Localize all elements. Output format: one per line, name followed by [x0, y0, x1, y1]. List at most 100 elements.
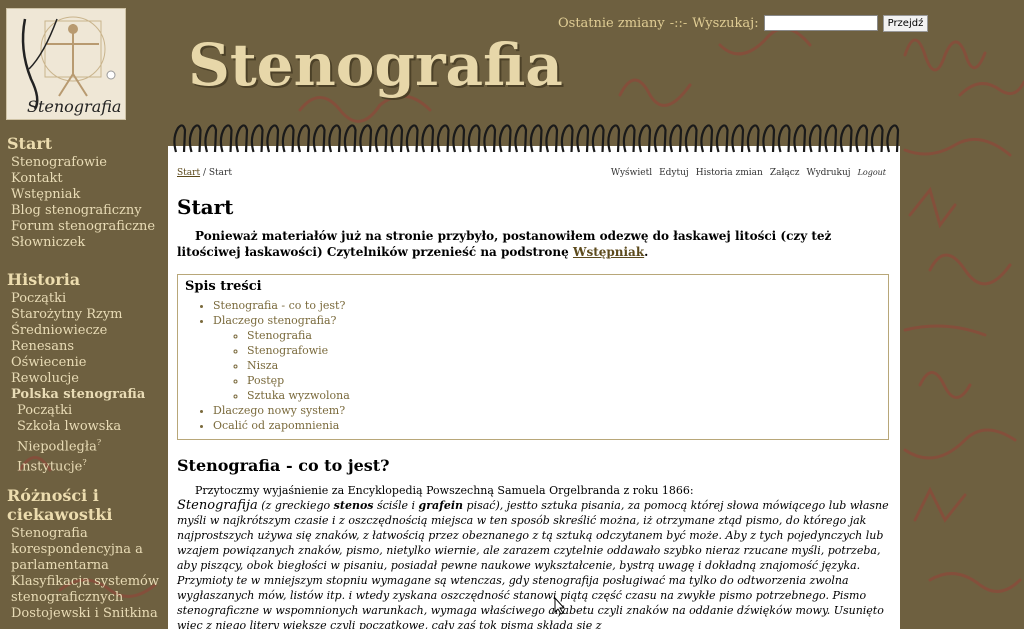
breadcrumb: Start / Start: [177, 168, 232, 178]
sidebar-subitem[interactable]: Instytucje?: [11, 455, 145, 475]
sidebar-section-start: Start Stenografowie Kontakt Wstępniak Bl…: [7, 134, 155, 251]
spiral-coil: [715, 124, 729, 153]
logo-text: Stenografia: [27, 97, 122, 116]
spiral-coil: [281, 124, 295, 153]
sidebar-item[interactable]: Starożytny Rzym: [11, 307, 145, 323]
toc-subitem[interactable]: Sztuka wyzwolona: [247, 388, 888, 403]
sidebar-item[interactable]: Słowniczek: [11, 235, 155, 251]
sidebar-heading-start[interactable]: Start: [7, 134, 155, 153]
spiral-coil: [188, 124, 202, 153]
toc-subitem[interactable]: Nisza: [247, 358, 888, 373]
action-print[interactable]: Wydrukuj: [807, 168, 851, 178]
spiral-coil: [529, 124, 543, 153]
sidebar-item[interactable]: Renesans: [11, 339, 145, 355]
intro-link[interactable]: Wstępniak: [573, 245, 644, 259]
action-edit[interactable]: Edytuj: [659, 168, 689, 178]
spiral-coil: [359, 124, 373, 153]
intro-paragraph: Ponieważ materiałów już na stronie przyb…: [177, 228, 877, 260]
spiral-coil: [297, 124, 311, 153]
mouse-cursor-icon: [554, 597, 566, 615]
table-of-contents: Spis treści Stenografia - co to jest? Dl…: [177, 274, 889, 440]
sidebar-heading-historia[interactable]: Historia: [7, 270, 145, 289]
sidebar-subitem[interactable]: Niepodległa?: [11, 435, 145, 455]
toc-subitem[interactable]: Stenografia: [247, 328, 888, 343]
spiral-coil: [700, 124, 714, 153]
sidebar-item[interactable]: Wstępniak: [11, 187, 155, 203]
spiral-coil: [870, 124, 884, 153]
toc-item-label[interactable]: Dlaczego stenografia?: [213, 314, 336, 327]
missing-page-mark: ?: [96, 438, 102, 447]
breadcrumb-current: Start: [208, 168, 232, 178]
spiral-coil: [498, 124, 512, 153]
spiral-coil: [793, 124, 807, 153]
sidebar-heading-roznosci[interactable]: Różności i ciekawostki: [7, 486, 165, 524]
spiral-coil: [684, 124, 698, 153]
breadcrumb-separator: /: [202, 168, 206, 178]
spiral-coil: [653, 124, 667, 153]
logout-link[interactable]: Logout: [858, 168, 886, 178]
spiral-coil: [591, 124, 605, 153]
content-page: Start / Start Wyświetl Edytuj Historia z…: [168, 146, 900, 629]
sidebar-item[interactable]: Średniowiecze: [11, 323, 145, 339]
site-title: Stenografia: [188, 31, 563, 99]
spiral-coil: [250, 124, 264, 153]
action-view[interactable]: Wyświetl: [611, 168, 652, 178]
section-heading: Stenografia - co to jest?: [177, 456, 390, 475]
sidebar-item[interactable]: Początki: [11, 291, 145, 307]
quote-part: (z greckiego: [257, 499, 334, 512]
sidebar-item[interactable]: Rewolucje: [11, 371, 145, 387]
search-button[interactable]: Przejdź: [882, 14, 929, 32]
spiral-coil: [421, 124, 435, 153]
sidebar-item-current[interactable]: Polska stenografia: [11, 387, 145, 403]
sidebar-item[interactable]: Stenografowie: [11, 155, 155, 171]
sidebar-item[interactable]: Dostojewski i Snitkina: [11, 606, 165, 622]
page-actions: Wyświetl Edytuj Historia zmian Załącz Wy…: [611, 168, 886, 178]
spiral-coil: [560, 124, 574, 153]
spiral-coil: [886, 124, 900, 153]
quote-grafein: grafein: [418, 499, 464, 512]
sidebar-item[interactable]: Kontakt: [11, 171, 155, 187]
search-input[interactable]: [763, 15, 878, 31]
spiral-coil: [638, 124, 652, 153]
quote-part: pisać), jestto sztuka pisania, za pomocą…: [177, 499, 889, 629]
toc-item: Dlaczego stenografia? Stenografia Stenog…: [213, 313, 888, 403]
recent-changes-link[interactable]: Ostatnie zmiany: [558, 16, 665, 31]
toc-item[interactable]: Ocalić od zapomnienia: [213, 418, 888, 433]
sidebar-item[interactable]: Stenografia korespondencyjna a parlament…: [11, 526, 165, 574]
toc-subitem[interactable]: Postęp: [247, 373, 888, 388]
sidebar-item[interactable]: Forum stenograficzne: [11, 219, 155, 235]
page-title: Start: [177, 195, 234, 219]
site-logo[interactable]: Stenografia: [6, 8, 126, 120]
toc-item[interactable]: Stenografia - co to jest?: [213, 298, 888, 313]
section-lead: Przytoczmy wyjaśnienie za Encyklopedią P…: [195, 484, 694, 497]
spiral-coil: [607, 124, 621, 153]
intro-text: Ponieważ materiałów już na stronie przyb…: [177, 229, 832, 259]
action-attach[interactable]: Załącz: [770, 168, 800, 178]
sidebar-subitem-label: Niepodległa: [17, 439, 97, 455]
spiral-coil: [762, 124, 776, 153]
sidebar-subitem[interactable]: Początki: [11, 403, 145, 419]
sidebar-item[interactable]: Klasyfikacja systemów stenograficznych: [11, 574, 165, 606]
spiral-coil: [390, 124, 404, 153]
toc-item[interactable]: Dlaczego nowy system?: [213, 403, 888, 418]
spiral-coil: [731, 124, 745, 153]
spiral-coil: [746, 124, 760, 153]
search-label: Wyszukaj:: [692, 15, 759, 31]
spiral-coil: [483, 124, 497, 153]
section-body: Przytoczmy wyjaśnienie za Encyklopedią P…: [177, 483, 889, 629]
spiral-coil: [204, 124, 218, 153]
quote-part: ściśle i: [373, 499, 419, 512]
spiral-coil: [622, 124, 636, 153]
spiral-coil: [405, 124, 419, 153]
breadcrumb-home-link[interactable]: Start: [177, 168, 200, 178]
top-bar: Ostatnie zmiany -::- Wyszukaj: Przejdź: [558, 14, 929, 32]
action-history[interactable]: Historia zmian: [696, 168, 763, 178]
sidebar-subitem[interactable]: Szkoła lwowska: [11, 419, 145, 435]
spiral-coil: [452, 124, 466, 153]
sidebar-item[interactable]: Blog stenograficzny: [11, 203, 155, 219]
spiral-coil: [855, 124, 869, 153]
spiral-coil: [467, 124, 481, 153]
sidebar-item[interactable]: Oświecenie: [11, 355, 145, 371]
spiral-coil: [312, 124, 326, 153]
toc-subitem[interactable]: Stenografowie: [247, 343, 888, 358]
